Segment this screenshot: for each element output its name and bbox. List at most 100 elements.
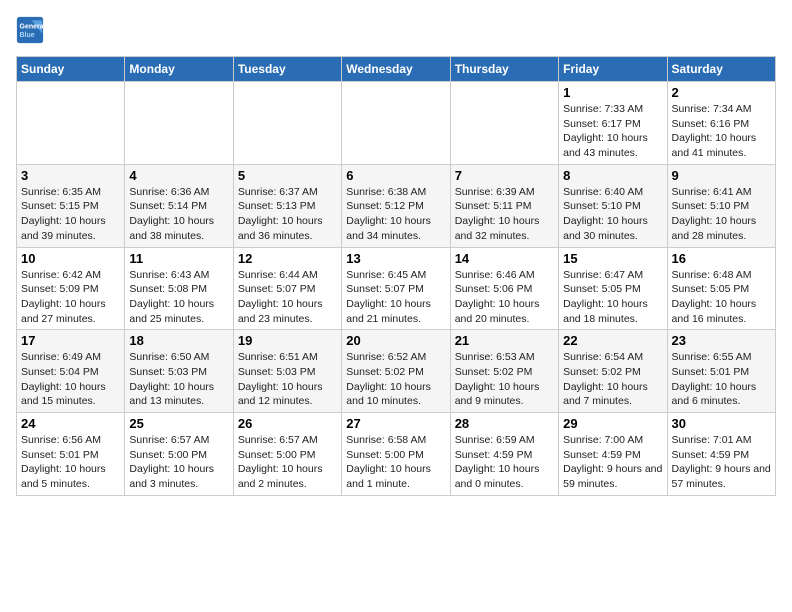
day-info: Sunrise: 6:54 AM Sunset: 5:02 PM Dayligh… [563, 350, 662, 409]
day-number: 30 [672, 416, 771, 431]
day-number: 18 [129, 333, 228, 348]
calendar-table: SundayMondayTuesdayWednesdayThursdayFrid… [16, 56, 776, 496]
calendar-cell [125, 82, 233, 165]
day-info: Sunrise: 6:58 AM Sunset: 5:00 PM Dayligh… [346, 433, 445, 492]
day-info: Sunrise: 6:35 AM Sunset: 5:15 PM Dayligh… [21, 185, 120, 244]
day-info: Sunrise: 6:39 AM Sunset: 5:11 PM Dayligh… [455, 185, 554, 244]
day-info: Sunrise: 7:33 AM Sunset: 6:17 PM Dayligh… [563, 102, 662, 161]
day-info: Sunrise: 7:01 AM Sunset: 4:59 PM Dayligh… [672, 433, 771, 492]
calendar-cell: 12 Sunrise: 6:44 AM Sunset: 5:07 PM Dayli… [233, 247, 341, 330]
calendar-cell: 9Sunrise: 6:41 AM Sunset: 5:10 PM Daylig… [667, 164, 775, 247]
day-number: 25 [129, 416, 228, 431]
calendar-cell: 28 Sunrise: 6:59 AM Sunset: 4:59 PM Dayli… [450, 413, 558, 496]
day-number: 14 [455, 251, 554, 266]
calendar-cell: 7 Sunrise: 6:39 AM Sunset: 5:11 PM Daylig… [450, 164, 558, 247]
header-thursday: Thursday [450, 57, 558, 82]
logo: General Blue [16, 16, 44, 44]
day-info: Sunrise: 6:40 AM Sunset: 5:10 PM Dayligh… [563, 185, 662, 244]
calendar-week-5: 24 Sunrise: 6:56 AM Sunset: 5:01 PM Dayli… [17, 413, 776, 496]
day-number: 19 [238, 333, 337, 348]
day-info: Sunrise: 6:53 AM Sunset: 5:02 PM Dayligh… [455, 350, 554, 409]
day-number: 11 [129, 251, 228, 266]
day-number: 20 [346, 333, 445, 348]
day-number: 16 [672, 251, 771, 266]
day-number: 15 [563, 251, 662, 266]
day-info: Sunrise: 6:44 AM Sunset: 5:07 PM Dayligh… [238, 268, 337, 327]
calendar-cell: 17 Sunrise: 6:49 AM Sunset: 5:04 PM Dayli… [17, 330, 125, 413]
calendar-cell [233, 82, 341, 165]
calendar-cell: 10Sunrise: 6:42 AM Sunset: 5:09 PM Dayli… [17, 247, 125, 330]
header-monday: Monday [125, 57, 233, 82]
day-number: 8 [563, 168, 662, 183]
day-info: Sunrise: 6:48 AM Sunset: 5:05 PM Dayligh… [672, 268, 771, 327]
day-number: 12 [238, 251, 337, 266]
calendar-cell: 26 Sunrise: 6:57 AM Sunset: 5:00 PM Dayli… [233, 413, 341, 496]
calendar-cell [17, 82, 125, 165]
calendar-cell: 20 Sunrise: 6:52 AM Sunset: 5:02 PM Dayli… [342, 330, 450, 413]
calendar-cell: 2 Sunrise: 7:34 AM Sunset: 6:16 PM Daylig… [667, 82, 775, 165]
calendar-week-1: 1 Sunrise: 7:33 AM Sunset: 6:17 PM Daylig… [17, 82, 776, 165]
day-number: 26 [238, 416, 337, 431]
day-number: 17 [21, 333, 120, 348]
day-number: 5 [238, 168, 337, 183]
day-info: Sunrise: 6:56 AM Sunset: 5:01 PM Dayligh… [21, 433, 120, 492]
day-number: 21 [455, 333, 554, 348]
day-number: 24 [21, 416, 120, 431]
day-info: Sunrise: 7:34 AM Sunset: 6:16 PM Dayligh… [672, 102, 771, 161]
day-number: 28 [455, 416, 554, 431]
day-number: 10 [21, 251, 120, 266]
header-saturday: Saturday [667, 57, 775, 82]
day-info: Sunrise: 6:52 AM Sunset: 5:02 PM Dayligh… [346, 350, 445, 409]
calendar-cell: 11 Sunrise: 6:43 AM Sunset: 5:08 PM Dayli… [125, 247, 233, 330]
calendar-cell [342, 82, 450, 165]
day-info: Sunrise: 6:57 AM Sunset: 5:00 PM Dayligh… [129, 433, 228, 492]
day-info: Sunrise: 6:37 AM Sunset: 5:13 PM Dayligh… [238, 185, 337, 244]
day-number: 1 [563, 85, 662, 100]
calendar-week-4: 17 Sunrise: 6:49 AM Sunset: 5:04 PM Dayli… [17, 330, 776, 413]
svg-text:General: General [20, 23, 45, 30]
day-number: 29 [563, 416, 662, 431]
day-info: Sunrise: 6:50 AM Sunset: 5:03 PM Dayligh… [129, 350, 228, 409]
day-info: Sunrise: 6:47 AM Sunset: 5:05 PM Dayligh… [563, 268, 662, 327]
day-info: Sunrise: 6:59 AM Sunset: 4:59 PM Dayligh… [455, 433, 554, 492]
day-number: 3 [21, 168, 120, 183]
day-info: Sunrise: 6:41 AM Sunset: 5:10 PM Dayligh… [672, 185, 771, 244]
calendar-cell: 22 Sunrise: 6:54 AM Sunset: 5:02 PM Dayli… [559, 330, 667, 413]
calendar-cell: 18 Sunrise: 6:50 AM Sunset: 5:03 PM Dayli… [125, 330, 233, 413]
calendar-cell: 21 Sunrise: 6:53 AM Sunset: 5:02 PM Dayli… [450, 330, 558, 413]
day-number: 13 [346, 251, 445, 266]
header-sunday: Sunday [17, 57, 125, 82]
calendar-cell: 30 Sunrise: 7:01 AM Sunset: 4:59 PM Dayli… [667, 413, 775, 496]
day-number: 7 [455, 168, 554, 183]
calendar-header-row: SundayMondayTuesdayWednesdayThursdayFrid… [17, 57, 776, 82]
calendar-cell: 27 Sunrise: 6:58 AM Sunset: 5:00 PM Dayli… [342, 413, 450, 496]
calendar-week-2: 3 Sunrise: 6:35 AM Sunset: 5:15 PM Daylig… [17, 164, 776, 247]
calendar-cell: 14 Sunrise: 6:46 AM Sunset: 5:06 PM Dayli… [450, 247, 558, 330]
calendar-cell: 1 Sunrise: 7:33 AM Sunset: 6:17 PM Daylig… [559, 82, 667, 165]
day-info: Sunrise: 6:36 AM Sunset: 5:14 PM Dayligh… [129, 185, 228, 244]
day-info: Sunrise: 6:46 AM Sunset: 5:06 PM Dayligh… [455, 268, 554, 327]
calendar-cell [450, 82, 558, 165]
day-info: Sunrise: 6:49 AM Sunset: 5:04 PM Dayligh… [21, 350, 120, 409]
day-number: 2 [672, 85, 771, 100]
svg-text:Blue: Blue [20, 32, 35, 39]
calendar-cell: 16 Sunrise: 6:48 AM Sunset: 5:05 PM Dayli… [667, 247, 775, 330]
day-number: 22 [563, 333, 662, 348]
calendar-cell: 15 Sunrise: 6:47 AM Sunset: 5:05 PM Dayli… [559, 247, 667, 330]
header-friday: Friday [559, 57, 667, 82]
day-number: 27 [346, 416, 445, 431]
calendar-cell: 5 Sunrise: 6:37 AM Sunset: 5:13 PM Daylig… [233, 164, 341, 247]
day-number: 4 [129, 168, 228, 183]
logo-icon: General Blue [16, 16, 44, 44]
calendar-cell: 23Sunrise: 6:55 AM Sunset: 5:01 PM Dayli… [667, 330, 775, 413]
day-info: Sunrise: 6:43 AM Sunset: 5:08 PM Dayligh… [129, 268, 228, 327]
day-number: 6 [346, 168, 445, 183]
calendar-cell: 19 Sunrise: 6:51 AM Sunset: 5:03 PM Dayli… [233, 330, 341, 413]
page-header: General Blue [16, 16, 776, 44]
header-wednesday: Wednesday [342, 57, 450, 82]
calendar-cell: 3 Sunrise: 6:35 AM Sunset: 5:15 PM Daylig… [17, 164, 125, 247]
day-info: Sunrise: 6:51 AM Sunset: 5:03 PM Dayligh… [238, 350, 337, 409]
day-info: Sunrise: 6:55 AM Sunset: 5:01 PM Dayligh… [672, 350, 771, 409]
day-info: Sunrise: 6:57 AM Sunset: 5:00 PM Dayligh… [238, 433, 337, 492]
day-info: Sunrise: 7:00 AM Sunset: 4:59 PM Dayligh… [563, 433, 662, 492]
